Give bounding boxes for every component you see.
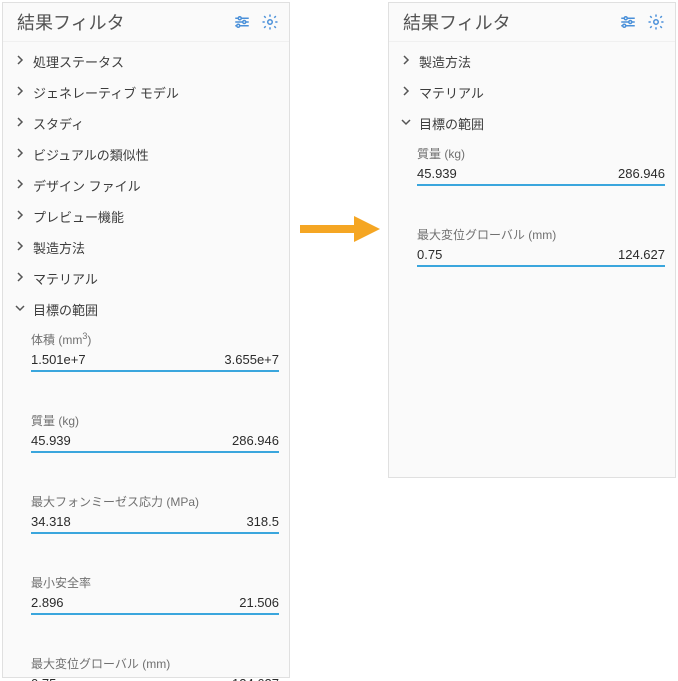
range-min-value[interactable]: 34.318 [31,514,71,529]
range-slider[interactable]: 0.75 124.627 [31,676,279,681]
section-label: 製造方法 [419,52,471,71]
range-unit: (mm) [528,228,556,242]
range-max-value[interactable]: 124.627 [618,247,665,262]
range-label: 最大変位グローバル (mm) [31,655,279,672]
panel-title: 結果フィルタ [17,9,125,35]
chevron-right-icon [15,148,25,161]
section-list-left: 処理ステータスジェネレーティブ モデルスタディビジュアルの類似性デザイン ファイ… [3,42,289,681]
filter-panel-left: 結果フィルタ 処理ステータスジェネレーティブ モデルスタディビジ [2,2,290,678]
chevron-right-icon [15,55,25,68]
range-min-value[interactable]: 0.75 [31,676,56,681]
section-label: プレビュー機能 [33,207,124,226]
panel-title: 結果フィルタ [403,9,511,35]
range-max-value[interactable]: 286.946 [618,166,665,181]
range-unit: (mm) [142,657,170,671]
panel-header: 結果フィルタ [3,3,289,42]
panel-tools [233,13,279,31]
range-max-value[interactable]: 286.946 [232,433,279,448]
range-min-value[interactable]: 0.75 [417,247,442,262]
gear-icon[interactable] [261,13,279,31]
section-row[interactable]: 製造方法 [3,232,289,263]
range-unit: (mm3) [58,333,91,347]
section-label: 目標の範囲 [33,300,98,319]
arrow-icon [300,214,380,244]
chevron-right-icon [15,179,25,192]
range-max-value[interactable]: 124.627 [232,676,279,681]
chevron-right-icon [401,86,411,99]
section-label: スタディ [33,114,84,133]
section-label: 処理ステータス [33,52,124,71]
panel-header: 結果フィルタ [389,3,675,42]
range-slider[interactable]: 45.939 286.946 [417,166,665,186]
section-row[interactable]: デザイン ファイル [3,170,289,201]
section-label: マテリアル [33,269,98,288]
range-block: 最大変位グローバル (mm) 0.75 124.627 [3,649,289,681]
range-max-value[interactable]: 3.655e+7 [224,352,279,367]
chevron-right-icon [15,86,25,99]
range-max-value[interactable]: 318.5 [246,514,279,529]
chevron-down-icon [15,303,25,316]
range-label: 最大変位グローバル (mm) [417,226,665,243]
chevron-right-icon [15,117,25,130]
range-block: 最小安全率 2.896 21.506 [3,568,289,631]
range-label: 質量 (kg) [31,412,279,429]
section-row[interactable]: スタディ [3,108,289,139]
sliders-icon[interactable] [619,13,637,31]
section-row[interactable]: 目標の範囲 [3,294,289,325]
range-slider[interactable]: 0.75 124.627 [417,247,665,267]
section-label: 目標の範囲 [419,114,484,133]
gear-icon[interactable] [647,13,665,31]
chevron-right-icon [15,272,25,285]
range-unit: (kg) [58,414,79,428]
range-slider[interactable]: 34.318 318.5 [31,514,279,534]
range-unit: (MPa) [166,495,199,509]
panel-tools [619,13,665,31]
section-row[interactable]: 製造方法 [389,46,675,77]
range-block: 体積 (mm3) 1.501e+7 3.655e+7 [3,325,289,388]
range-slider[interactable]: 2.896 21.506 [31,595,279,615]
range-slider[interactable]: 1.501e+7 3.655e+7 [31,352,279,372]
range-label: 最大フォンミーゼス応力 (MPa) [31,493,279,510]
section-label: マテリアル [419,83,484,102]
section-row[interactable]: 処理ステータス [3,46,289,77]
chevron-right-icon [15,241,25,254]
range-block: 質量 (kg) 45.939 286.946 [3,406,289,469]
sliders-icon[interactable] [233,13,251,31]
filter-panel-right: 結果フィルタ 製造方法マテリアル目標の範囲質量 (kg)45.9 [388,2,676,478]
range-min-value[interactable]: 1.501e+7 [31,352,86,367]
range-unit: (kg) [444,147,465,161]
chevron-right-icon [401,55,411,68]
section-row[interactable]: ビジュアルの類似性 [3,139,289,170]
range-min-value[interactable]: 2.896 [31,595,64,610]
range-label: 質量 (kg) [417,145,665,162]
range-min-value[interactable]: 45.939 [31,433,71,448]
range-label: 体積 (mm3) [31,331,279,348]
section-row[interactable]: ジェネレーティブ モデル [3,77,289,108]
section-list-right: 製造方法マテリアル目標の範囲質量 (kg) 45.939 286.946 最大変位グロ… [389,42,675,283]
chevron-right-icon [15,210,25,223]
section-row[interactable]: 目標の範囲 [389,108,675,139]
section-row[interactable]: マテリアル [389,77,675,108]
section-row[interactable]: プレビュー機能 [3,201,289,232]
range-min-value[interactable]: 45.939 [417,166,457,181]
range-max-value[interactable]: 21.506 [239,595,279,610]
range-slider[interactable]: 45.939 286.946 [31,433,279,453]
range-block: 最大フォンミーゼス応力 (MPa) 34.318 318.5 [3,487,289,550]
range-label: 最小安全率 [31,574,279,591]
section-label: ビジュアルの類似性 [33,145,149,164]
section-label: デザイン ファイル [33,176,141,195]
section-label: ジェネレーティブ モデル [33,83,179,102]
range-block: 最大変位グローバル (mm) 0.75 124.627 [389,220,675,283]
chevron-down-icon [401,117,411,130]
section-label: 製造方法 [33,238,85,257]
range-block: 質量 (kg) 45.939 286.946 [389,139,675,202]
section-row[interactable]: マテリアル [3,263,289,294]
